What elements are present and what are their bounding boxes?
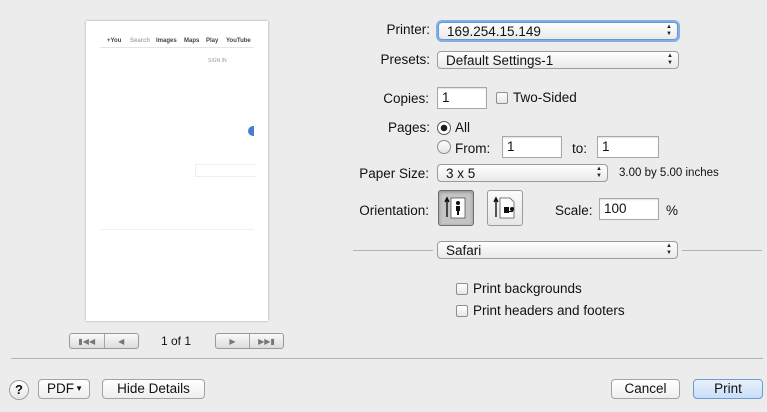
preview-nav-play: Play — [206, 38, 219, 44]
updown-arrows-icon: ▲ ▼ — [666, 243, 672, 256]
print-headers-label: Print headers and footers — [473, 303, 625, 318]
print-backgrounds-label: Print backgrounds — [473, 281, 582, 296]
presets-value: Default Settings-1 — [446, 53, 554, 68]
section-divider-left — [353, 250, 433, 251]
landscape-icon — [493, 196, 515, 219]
pages-from-field[interactable]: 1 — [502, 136, 562, 158]
paper-size-popup[interactable]: 3 x 5 ▲ ▼ — [437, 164, 608, 182]
pdf-button[interactable]: PDF ▼ — [38, 379, 90, 399]
hide-details-button[interactable]: Hide Details — [102, 379, 205, 399]
footer-divider — [11, 358, 763, 359]
orientation-label: Orientation: — [359, 203, 429, 218]
copies-field[interactable]: 1 — [437, 87, 487, 109]
copies-label: Copies: — [383, 91, 429, 106]
pdf-label: PDF — [47, 381, 74, 396]
updown-arrows-icon: ▲ ▼ — [667, 53, 673, 66]
preview-search-box — [195, 164, 256, 177]
preview-sign-in: SIGN IN — [208, 58, 227, 64]
print-preview-page: +You Search Images Maps Play YouTube SIG… — [86, 21, 268, 321]
print-button[interactable]: Print — [693, 379, 763, 399]
scale-field[interactable]: 100 — [599, 198, 659, 220]
preview-nav-you: +You — [107, 38, 122, 44]
pages-from-label: From: — [455, 141, 491, 156]
preview-footer-line — [100, 229, 254, 230]
print-headers-checkbox[interactable] — [456, 305, 468, 317]
pages-from-radio[interactable] — [437, 140, 451, 154]
preview-nav-search: Search — [130, 38, 151, 44]
print-backgrounds-checkbox[interactable] — [456, 283, 468, 295]
cancel-button[interactable]: Cancel — [611, 379, 680, 399]
two-sided-label: Two-Sided — [513, 90, 577, 105]
preview-nav-divider — [100, 47, 254, 48]
section-value: Safari — [446, 243, 482, 258]
preview-nav-images: Images — [156, 38, 177, 44]
landscape-orientation-button[interactable] — [487, 190, 523, 226]
presets-popup[interactable]: Default Settings-1 ▲ ▼ — [437, 51, 679, 69]
page-count: 1 of 1 — [160, 334, 192, 348]
pages-all-label: All — [455, 120, 471, 135]
preview-blue-mark — [248, 126, 254, 136]
preview-back-nav: ▮◀◀ ◀ — [69, 333, 139, 349]
paper-size-value: 3 x 5 — [446, 166, 476, 181]
pages-to-field[interactable]: 1 — [597, 136, 659, 158]
help-button[interactable]: ? — [9, 380, 29, 400]
updown-arrows-icon: ▲ ▼ — [596, 166, 602, 179]
section-popup[interactable]: Safari ▲ ▼ — [437, 241, 678, 259]
scale-label: Scale: — [555, 203, 593, 218]
dropdown-arrow-icon: ▼ — [75, 384, 83, 393]
pages-label: Pages: — [387, 120, 430, 135]
next-page-icon[interactable]: ▶ — [216, 334, 249, 348]
portrait-icon — [444, 196, 466, 219]
section-divider-right — [682, 250, 762, 251]
presets-label: Presets: — [380, 52, 430, 67]
printer-label: Printer: — [386, 22, 430, 37]
two-sided-checkbox[interactable] — [496, 92, 508, 104]
last-page-icon[interactable]: ▶▶▮ — [249, 334, 283, 348]
paper-size-label: Paper Size: — [359, 166, 429, 181]
preview-nav-youtube: YouTube — [226, 38, 251, 44]
pages-all-radio[interactable] — [437, 121, 451, 135]
previous-page-icon[interactable]: ◀ — [103, 334, 139, 348]
pages-to-label: to: — [572, 141, 588, 156]
updown-arrows-icon: ▲ ▼ — [666, 24, 672, 37]
scale-unit: % — [666, 203, 679, 218]
first-page-icon[interactable]: ▮◀◀ — [70, 334, 104, 348]
preview-google-nav: +You Search Images Maps Play YouTube — [86, 38, 268, 46]
paper-size-description: 3.00 by 5.00 inches — [619, 167, 719, 179]
printer-popup[interactable]: 169.254.15.149 ▲ ▼ — [438, 22, 678, 40]
preview-nav-maps: Maps — [184, 38, 200, 44]
portrait-orientation-button[interactable] — [438, 190, 474, 226]
printer-value: 169.254.15.149 — [447, 24, 541, 39]
preview-forward-nav: ▶ ▶▶▮ — [215, 333, 284, 349]
